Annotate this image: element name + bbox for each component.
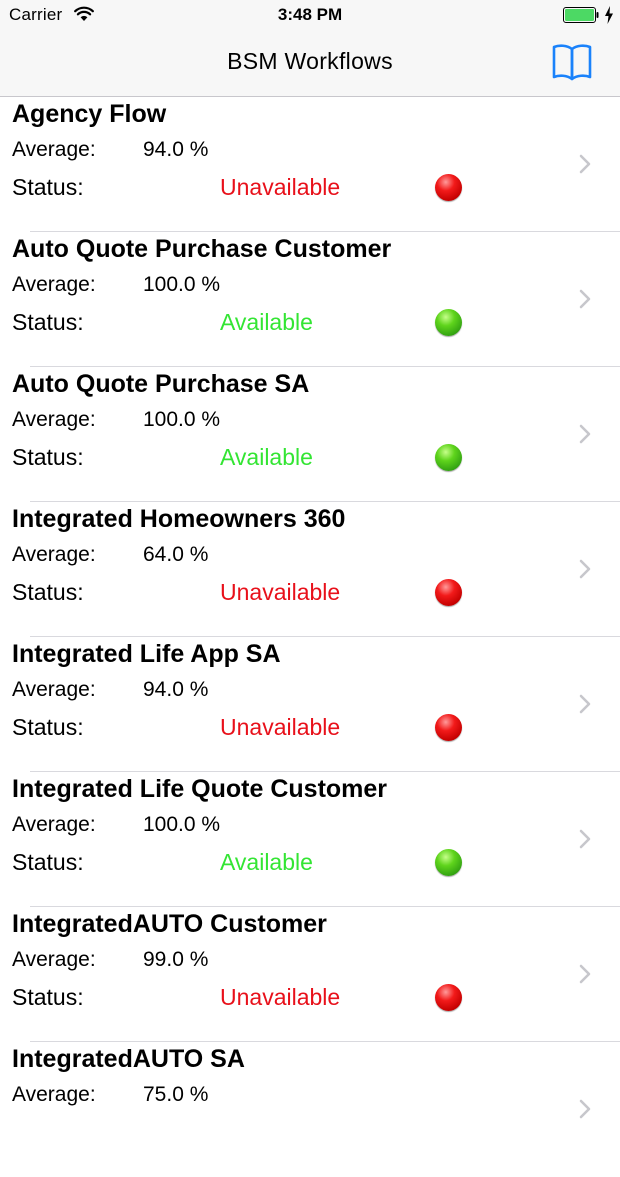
battery-icon <box>563 7 599 23</box>
status-indicator-icon <box>435 714 462 741</box>
average-label: Average: <box>12 948 96 971</box>
chevron-right-icon <box>579 154 591 174</box>
average-label: Average: <box>12 543 96 566</box>
workflow-name: IntegratedAUTO SA <box>12 1045 245 1073</box>
average-value: 64.0 % <box>143 543 209 566</box>
chevron-right-icon <box>579 964 591 984</box>
chevron-right-icon <box>579 1099 591 1119</box>
status-value: Unavailable <box>220 984 341 1010</box>
workflow-row[interactable]: Integrated Homeowners 360 Average: 64.0 … <box>0 502 620 637</box>
average-label: Average: <box>12 678 96 701</box>
workflow-row[interactable]: Auto Quote Purchase SA Average: 100.0 % … <box>0 367 620 502</box>
average-value: 100.0 % <box>143 813 221 836</box>
status-indicator-icon <box>435 174 462 201</box>
workflow-name: Agency Flow <box>12 100 167 128</box>
chevron-right-icon <box>579 424 591 444</box>
average-value: 75.0 % <box>143 1083 209 1106</box>
average-value: 94.0 % <box>143 138 209 161</box>
workflow-row[interactable]: IntegratedAUTO Customer Average: 99.0 % … <box>0 907 620 1042</box>
clock: 3:48 PM <box>277 5 343 24</box>
workflow-name: IntegratedAUTO Customer <box>12 910 327 938</box>
status-label: Status: <box>12 984 84 1010</box>
status-indicator-icon <box>435 849 462 876</box>
workflow-row[interactable]: Integrated Life Quote Customer Average: … <box>0 772 620 907</box>
workflow-list: Agency Flow Average: 94.0 % Status: Unav… <box>0 97 620 1177</box>
workflow-name: Auto Quote Purchase Customer <box>12 235 392 263</box>
status-value: Unavailable <box>220 174 341 200</box>
average-label: Average: <box>12 408 96 431</box>
workflow-row[interactable]: Agency Flow Average: 94.0 % Status: Unav… <box>0 97 620 232</box>
status-indicator-icon <box>435 579 462 606</box>
status-label: Status: <box>12 309 84 335</box>
status-indicator-icon <box>435 984 462 1011</box>
average-label: Average: <box>12 1083 96 1106</box>
chevron-right-icon <box>579 829 591 849</box>
average-value: 100.0 % <box>143 273 221 296</box>
status-indicator-icon <box>435 309 462 336</box>
status-value: Unavailable <box>220 579 341 605</box>
status-value: Unavailable <box>220 714 341 740</box>
status-value: Available <box>220 849 313 875</box>
average-value: 94.0 % <box>143 678 209 701</box>
status-indicator-icon <box>435 444 462 471</box>
average-value: 99.0 % <box>143 948 209 971</box>
workflow-name: Integrated Life App SA <box>12 640 281 668</box>
chevron-right-icon <box>579 694 591 714</box>
workflow-name: Integrated Homeowners 360 <box>12 505 346 533</box>
average-label: Average: <box>12 813 96 836</box>
status-label: Status: <box>12 579 84 605</box>
status-label: Status: <box>12 714 84 740</box>
workflow-row[interactable]: Auto Quote Purchase Customer Average: 10… <box>0 232 620 367</box>
average-label: Average: <box>12 138 96 161</box>
average-value: 100.0 % <box>143 408 221 431</box>
page-title: BSM Workflows <box>227 48 393 74</box>
workflow-name: Auto Quote Purchase SA <box>12 370 310 398</box>
navigation-bar: BSM Workflows <box>0 32 620 97</box>
chevron-right-icon <box>579 559 591 579</box>
workflow-row[interactable]: Integrated Life App SA Average: 94.0 % S… <box>0 637 620 772</box>
charging-bolt-icon <box>605 6 613 24</box>
status-value: Available <box>220 444 313 470</box>
status-bar: Carrier 3:48 PM <box>0 0 620 32</box>
book-icon[interactable] <box>551 43 593 81</box>
status-label: Status: <box>12 849 84 875</box>
status-label: Status: <box>12 174 84 200</box>
status-value: Available <box>220 309 313 335</box>
status-label: Status: <box>12 444 84 470</box>
chevron-right-icon <box>579 289 591 309</box>
workflow-name: Integrated Life Quote Customer <box>12 775 388 803</box>
average-label: Average: <box>12 273 96 296</box>
workflow-row[interactable]: IntegratedAUTO SA Average: 75.0 % <box>0 1042 620 1177</box>
